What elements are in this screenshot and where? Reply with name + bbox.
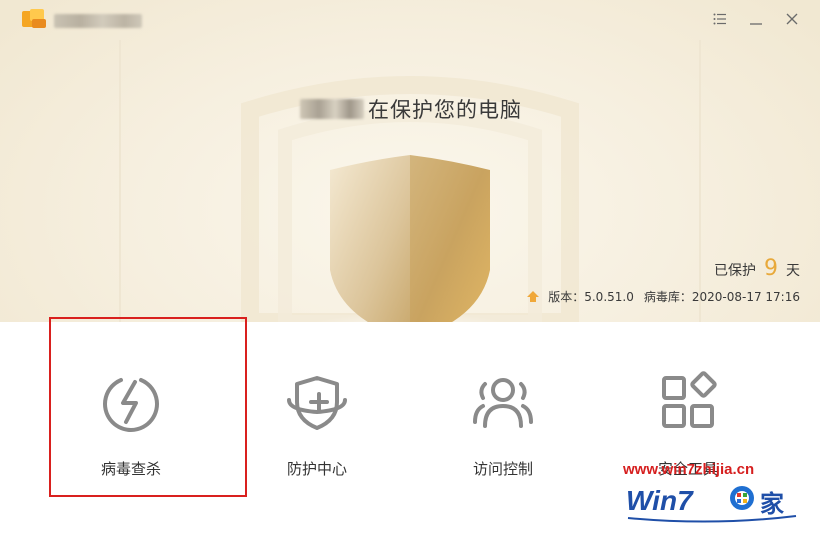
close-button[interactable] (781, 8, 803, 30)
app-logo (20, 8, 142, 30)
app-logo-icon (22, 9, 46, 28)
minimize-button[interactable] (745, 8, 767, 30)
virus-db-label: 病毒库：2020-08-17 17:16 (643, 290, 800, 304)
protected-days-unit: 天 (786, 263, 800, 279)
close-icon (786, 13, 798, 25)
menu-button[interactable] (709, 8, 731, 30)
protected-days-count: 9 (764, 256, 778, 281)
protected-days-prefix: 已保护 (714, 263, 756, 279)
feature-label: 访问控制 (472, 460, 533, 478)
watermark-brand: Win7 (626, 485, 694, 516)
feature-label: 防护中心 (286, 460, 347, 478)
menu-list-icon (713, 13, 726, 25)
shield-graphic (240, 90, 580, 360)
watermark-brand-suffix: 家 (760, 490, 784, 518)
shield-plus-icon (287, 376, 347, 430)
watermark-url: www.win7zhijia.cn (623, 461, 755, 478)
minimize-icon (750, 23, 762, 25)
app-name-redacted (54, 14, 142, 28)
feature-protection-center[interactable]: 防护中心 (237, 370, 397, 490)
highlight-box (49, 317, 247, 497)
shield-icon (290, 155, 530, 357)
feature-access-control[interactable]: 访问控制 (423, 370, 583, 490)
users-icon (473, 378, 533, 428)
watermark-logo: Win7 家 (626, 485, 797, 523)
apps-grid-icon (662, 371, 717, 428)
protected-days: 已保护 9 天 (714, 256, 800, 281)
